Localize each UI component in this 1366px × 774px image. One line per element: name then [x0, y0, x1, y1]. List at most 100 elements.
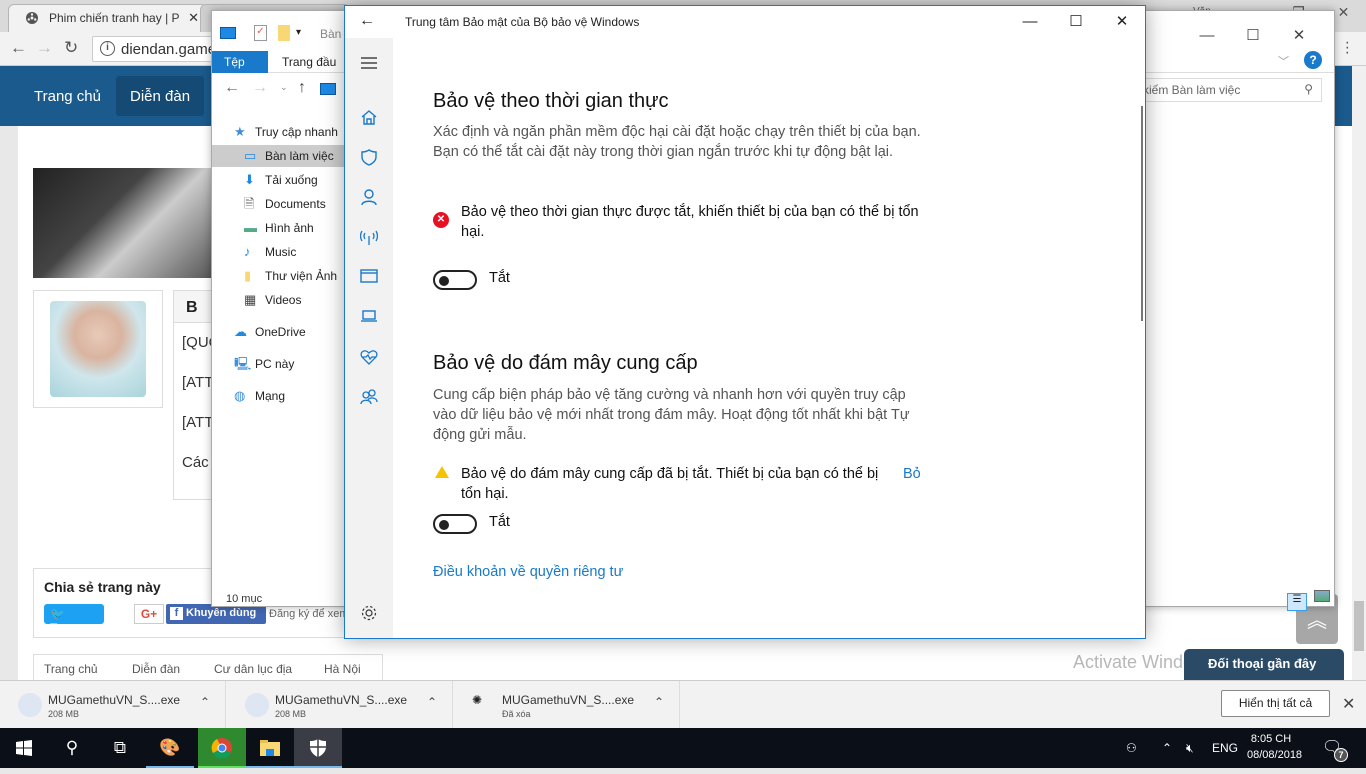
breadcrumb-item[interactable]: Cư dân lục địa: [214, 662, 292, 676]
chevron-up-icon[interactable]: ⌃: [427, 695, 437, 709]
maximize-button[interactable]: ☐: [1053, 6, 1099, 38]
large-icons-view-icon[interactable]: [1314, 590, 1331, 602]
download-item[interactable]: ✺ MUGamethuVN_S....exe Đã xóa ⌃: [454, 681, 680, 729]
people-icon[interactable]: ⚇: [1126, 728, 1137, 768]
gear-icon[interactable]: [359, 604, 379, 624]
notification-badge: 7: [1334, 748, 1348, 762]
new-folder-icon[interactable]: [278, 25, 290, 41]
show-all-downloads-button[interactable]: Hiển thị tất cả: [1221, 690, 1330, 717]
forward-icon[interactable]: →: [36, 38, 53, 58]
shield-icon[interactable]: [294, 728, 342, 768]
title-bar: ← Trung tâm Bảo mật của Bộ bảo vệ Window…: [345, 6, 1145, 38]
maximize-button[interactable]: ☐: [1230, 21, 1276, 51]
nav-item[interactable]: ⬇ Tải xuống: [212, 169, 346, 191]
recent-locations-icon[interactable]: ⌄: [280, 82, 288, 93]
realtime-protection-toggle[interactable]: [433, 270, 477, 290]
nav-item[interactable]: ▦ Videos: [212, 289, 346, 311]
installer-icon: [18, 693, 42, 717]
task-view-icon[interactable]: ⧉: [96, 728, 144, 768]
chevron-up-icon[interactable]: ⌃: [200, 695, 210, 709]
heart-icon[interactable]: [359, 348, 379, 368]
details-view-icon[interactable]: ☰: [1287, 593, 1307, 611]
recent-chats-button[interactable]: Đối thoại gần đây: [1184, 649, 1344, 680]
show-hidden-icons[interactable]: ⌃: [1162, 728, 1172, 768]
back-icon[interactable]: ←: [224, 79, 240, 97]
chevron-up-icon[interactable]: ⌃: [654, 695, 664, 709]
privacy-statement-link[interactable]: Điều khoản về quyền riêng tư: [433, 564, 623, 580]
nav-item[interactable]: ★ Truy cập nhanh: [212, 121, 346, 143]
close-button[interactable]: ✕: [1099, 6, 1145, 38]
clock[interactable]: 8:05 CH 08/08/2018: [1247, 731, 1302, 763]
properties-icon[interactable]: ✓: [254, 25, 267, 41]
avatar[interactable]: [50, 301, 146, 397]
home-icon[interactable]: [359, 108, 379, 128]
family-icon[interactable]: [359, 388, 379, 408]
nav-item[interactable]: ☁ OneDrive: [212, 321, 346, 343]
site-nav-forum[interactable]: Diễn đàn: [116, 76, 205, 116]
nav-item[interactable]: ♪ Music: [212, 241, 346, 263]
input-language[interactable]: ENG: [1212, 728, 1238, 768]
breadcrumb-item[interactable]: Diễn đàn: [132, 662, 180, 676]
minimize-button[interactable]: —: [1184, 21, 1230, 51]
back-icon[interactable]: ←: [10, 38, 27, 58]
security-content: Bảo vệ theo thời gian thực Xác định và n…: [433, 38, 1133, 638]
folder-icon[interactable]: [246, 728, 294, 768]
google-plus-button[interactable]: G+: [134, 604, 164, 624]
nav-item[interactable]: 🗎 Documents: [212, 193, 346, 215]
breadcrumb: Trang chủ Diễn đàn Cư dân lục địa Hà Nội: [33, 654, 383, 680]
fb-signup-text[interactable]: Đăng ký để xem: [269, 608, 348, 620]
scrollbar-thumb[interactable]: [1354, 601, 1364, 651]
laptop-icon[interactable]: [359, 308, 379, 328]
nav-item[interactable]: 🖳 PC này: [212, 353, 346, 375]
hamburger-icon[interactable]: [359, 56, 379, 76]
back-icon[interactable]: ←: [359, 12, 375, 30]
content-scrollbar[interactable]: [1141, 106, 1143, 321]
dismiss-link[interactable]: Bỏ: [903, 464, 921, 484]
breadcrumb-item[interactable]: Trang chủ: [44, 662, 98, 676]
nav-item[interactable]: ▮ Thư viện Ảnh: [212, 265, 346, 287]
nav-item[interactable]: ◍ Mạng: [212, 385, 346, 407]
close-button[interactable]: ✕: [1276, 21, 1322, 51]
up-arrow-icon[interactable]: ↑: [298, 79, 306, 97]
security-sidebar: [345, 38, 393, 638]
forward-icon[interactable]: →: [252, 79, 268, 97]
palette-icon[interactable]: 🎨: [146, 728, 194, 768]
folder-icon: ▮: [244, 268, 252, 283]
nav-item-label: Videos: [265, 293, 302, 307]
reload-icon[interactable]: ↻: [64, 38, 78, 58]
windows-logo-icon[interactable]: [0, 728, 48, 768]
network-icon: ◍: [234, 388, 246, 403]
ribbon-expand-icon[interactable]: ﹀: [1278, 53, 1289, 69]
download-item[interactable]: MUGamethuVN_S....exe 208 MB ⌃: [227, 681, 453, 729]
breadcrumb-item[interactable]: Hà Nội: [324, 662, 361, 676]
cloud-protection-toggle[interactable]: [433, 514, 477, 534]
browser-window-icon[interactable]: [359, 268, 379, 288]
wireless-icon[interactable]: [359, 228, 379, 248]
music-note-icon: ♪: [244, 244, 251, 259]
chrome-icon[interactable]: [198, 728, 246, 768]
search-icon[interactable]: ⚲: [48, 728, 96, 768]
nav-item[interactable]: ▭ Bàn làm việc: [212, 145, 346, 167]
facebook-recommend-button[interactable]: f Khuyên dùng: [166, 604, 266, 624]
volume-muted-icon[interactable]: 🔇︎: [1186, 728, 1194, 768]
customize-dropdown-icon[interactable]: ▾: [296, 27, 301, 38]
menu-dots-icon[interactable]: · · ·: [1345, 35, 1350, 61]
help-icon[interactable]: ?: [1304, 51, 1322, 69]
nav-item[interactable]: ▬ Hình ảnh: [212, 217, 346, 239]
info-icon[interactable]: i: [100, 41, 115, 56]
download-item[interactable]: MUGamethuVN_S....exe 208 MB ⌃: [0, 681, 226, 729]
person-icon[interactable]: [359, 188, 379, 208]
browser-tab-active[interactable]: Phim chiến tranh hay | P ✕: [8, 4, 208, 32]
tab-home[interactable]: Trang đầu: [270, 51, 348, 73]
shield-icon[interactable]: [359, 148, 379, 168]
tweet-button[interactable]: 🐦 Tweet: [44, 604, 104, 635]
page-scrollbar[interactable]: [1352, 66, 1366, 680]
downloads-bar: MUGamethuVN_S....exe 208 MB ⌃ MUGamethuV…: [0, 680, 1366, 729]
tab-file[interactable]: Tệp: [212, 51, 268, 73]
close-tab-icon[interactable]: ✕: [188, 10, 199, 26]
close-downloads-icon[interactable]: ✕: [1342, 694, 1355, 714]
site-nav-home[interactable]: Trang chủ: [20, 76, 115, 116]
cloud-description: Cung cấp biện pháp bảo vệ tăng cường và …: [433, 387, 910, 443]
minimize-button[interactable]: —: [1007, 6, 1053, 38]
computer-icon: 🖳: [234, 356, 252, 371]
